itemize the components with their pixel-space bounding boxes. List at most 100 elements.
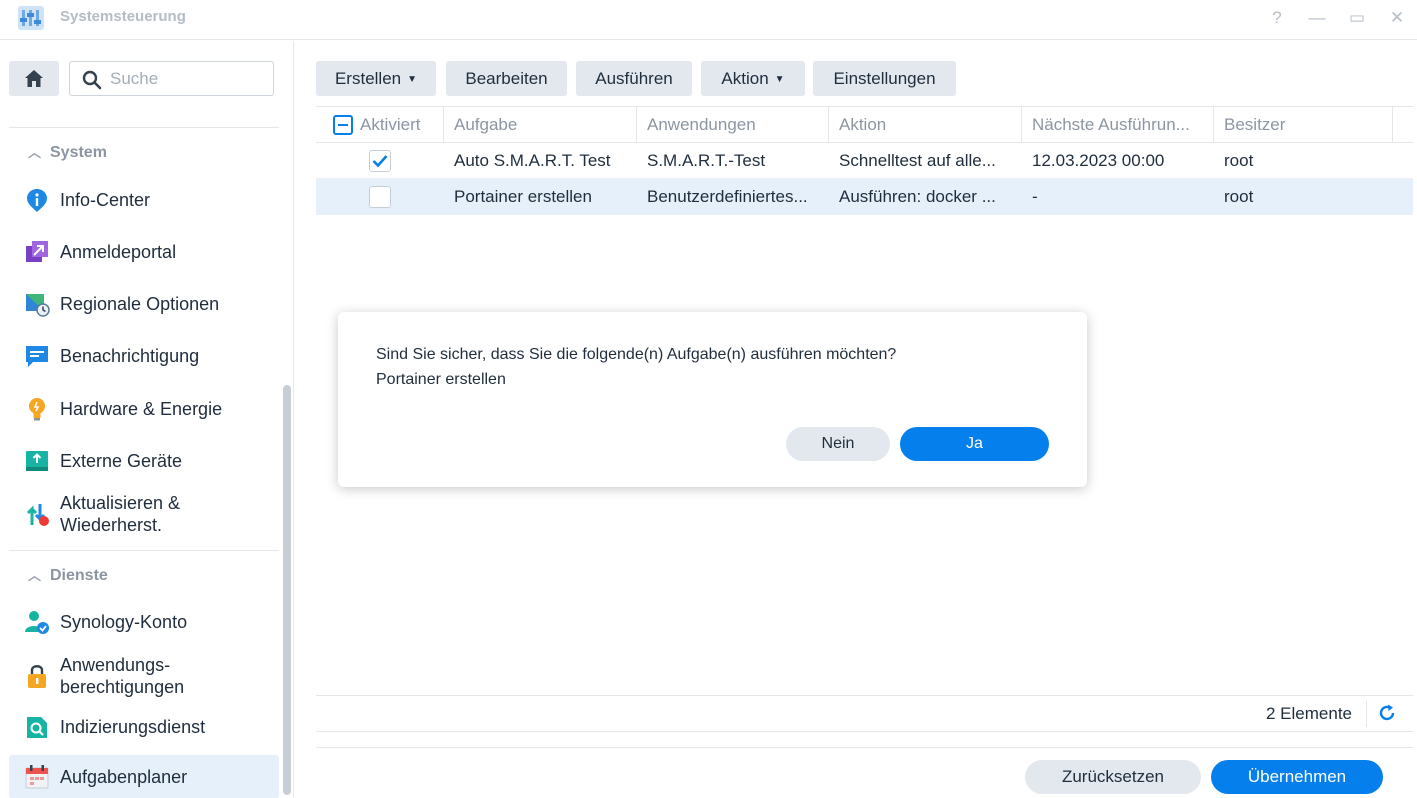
label-line: Wiederherst. [60,515,163,535]
column-header-action[interactable]: Aktion [829,107,1022,143]
sidebar-item-info-center[interactable]: Info-Center [9,178,279,222]
sidebar-item-external-devices[interactable]: Externe Geräte [9,439,279,483]
sidebar-item-app-privileges[interactable]: Anwendungs- berechtigungen [9,649,279,703]
sidebar-item-update-restore[interactable]: Aktualisieren & Wiederherst. [9,488,279,540]
minimize-icon[interactable]: — [1305,6,1329,30]
enabled-checkbox[interactable] [369,150,391,172]
divider [9,127,279,128]
sidebar-item-synology-account[interactable]: Synology-Konto [9,600,279,644]
help-icon[interactable]: ? [1265,6,1289,30]
no-button[interactable]: Nein [786,427,890,461]
checkmark-icon [372,155,388,168]
sidebar-item-label: Info-Center [60,190,151,210]
login-portal-icon [26,241,48,262]
yes-button[interactable]: Ja [900,427,1049,461]
column-header-application[interactable]: Anwendungen [637,107,829,143]
sidebar-item-notification[interactable]: Benachrichtigung [9,334,279,378]
sidebar-item-label: Anwendungs- berechtigungen [60,654,184,698]
section-header-system[interactable]: ︿ System [28,143,107,163]
section-title: Dienste [50,567,108,584]
regional-options-icon [26,294,50,317]
synology-account-icon [25,611,49,634]
divider [316,731,1413,732]
column-header-task[interactable]: Aufgabe [444,107,637,143]
select-all-checkbox[interactable] [333,115,353,135]
update-restore-icon [26,504,49,526]
search-icon [82,70,102,90]
item-count: 2 Elemente [1266,704,1352,723]
divider [316,695,1413,696]
home-icon [25,70,43,87]
task-action: Schnelltest auf alle... [839,151,996,170]
task-application: Benutzerdefiniertes... [647,187,808,206]
calendar-icon [25,765,49,789]
dialog-message: Sind Sie sicher, dass Sie die folgende(n… [376,346,897,363]
search-input[interactable] [110,68,265,90]
close-icon[interactable]: ✕ [1385,6,1409,30]
hardware-energy-icon [29,398,45,421]
control-panel-app-icon [18,6,44,30]
divider [316,747,1413,748]
apply-button[interactable]: Übernehmen [1211,760,1383,794]
column-header-next-run[interactable]: Nächste Ausführun... [1022,107,1214,143]
section-header-services[interactable]: ︿ Dienste [28,566,108,586]
run-button[interactable]: Ausführen [576,61,692,96]
task-table: Aktiviert Aufgabe Anwendungen Aktion Näc… [316,106,1413,215]
table-header: Aktiviert Aufgabe Anwendungen Aktion Näc… [316,106,1413,143]
sidebar-item-label: Aktualisieren & Wiederherst. [60,492,180,536]
reset-button[interactable]: Zurücksetzen [1025,760,1201,794]
table-row[interactable]: Portainer erstellen Benutzerdefiniertes.… [316,179,1413,215]
sidebar-item-label: Indizierungsdienst [60,717,206,737]
task-name: Portainer erstellen [454,187,592,206]
sidebar-item-login-portal[interactable]: Anmeldeportal [9,230,279,274]
edit-button[interactable]: Bearbeiten [446,61,567,96]
sidebar-item-label: Synology-Konto [60,612,188,632]
sidebar-item-label: Regionale Optionen [60,294,220,314]
dialog-task-name: Portainer erstellen [376,371,506,388]
label-line: Aktualisieren & [60,493,181,513]
confirm-dialog: Sind Sie sicher, dass Sie die folgende(n… [338,312,1087,487]
chevron-up-icon: ︿ [28,145,42,160]
sidebar-item-hardware-energy[interactable]: Hardware & Energie [9,387,279,431]
button-label: Aktion [721,69,769,88]
column-label: Aktiviert [360,115,421,134]
create-button[interactable]: Erstellen ▼ [316,61,436,96]
divider [9,550,279,551]
notification-icon [26,346,48,367]
lock-icon [28,665,46,688]
settings-button[interactable]: Einstellungen [813,61,956,96]
home-button[interactable] [9,61,59,96]
task-action: Ausführen: docker ... [839,187,996,206]
window-title: Systemsteuerung [60,8,186,25]
sidebar-scrollbar[interactable] [283,385,291,795]
column-header-owner[interactable]: Besitzer [1214,107,1393,143]
label-line: Anwendungs- [60,655,171,675]
sidebar-item-task-scheduler[interactable]: Aufgabenplaner [9,755,279,798]
caret-down-icon: ▼ [774,74,785,86]
action-button[interactable]: Aktion ▼ [701,61,805,96]
task-next-run: 12.03.2023 00:00 [1032,151,1165,170]
divider [1366,701,1367,727]
table-row[interactable]: Auto S.M.A.R.T. Test S.M.A.R.T.-Test Sch… [316,143,1413,179]
sidebar-item-label: Externe Geräte [60,451,183,471]
title-bar: Systemsteuerung ? — ▭ ✕ [0,0,1417,40]
button-label: Erstellen [334,69,402,88]
sidebar: ︿ System Info-Center Anmeldeportal Region… [0,41,294,798]
enabled-checkbox[interactable] [369,186,391,208]
sidebar-item-label: Anmeldeportal [60,242,177,262]
chevron-up-icon: ︿ [28,568,42,583]
sidebar-item-indexing-service[interactable]: Indizierungsdienst [9,705,279,749]
task-application: S.M.A.R.T.-Test [647,151,766,170]
sidebar-item-regional-options[interactable]: Regionale Optionen [9,282,279,326]
search-field[interactable] [69,61,274,96]
task-owner: root [1224,187,1254,206]
indexing-service-icon [27,717,47,738]
section-title: System [50,144,107,161]
refresh-icon[interactable] [1377,703,1397,723]
sidebar-item-label: Aufgabenplaner [60,767,188,787]
task-owner: root [1224,151,1254,170]
maximize-icon[interactable]: ▭ [1345,6,1369,30]
sidebar-item-label: Hardware & Energie [60,399,223,419]
sidebar-item-label: Benachrichtigung [60,346,200,366]
task-name: Auto S.M.A.R.T. Test [454,151,611,170]
